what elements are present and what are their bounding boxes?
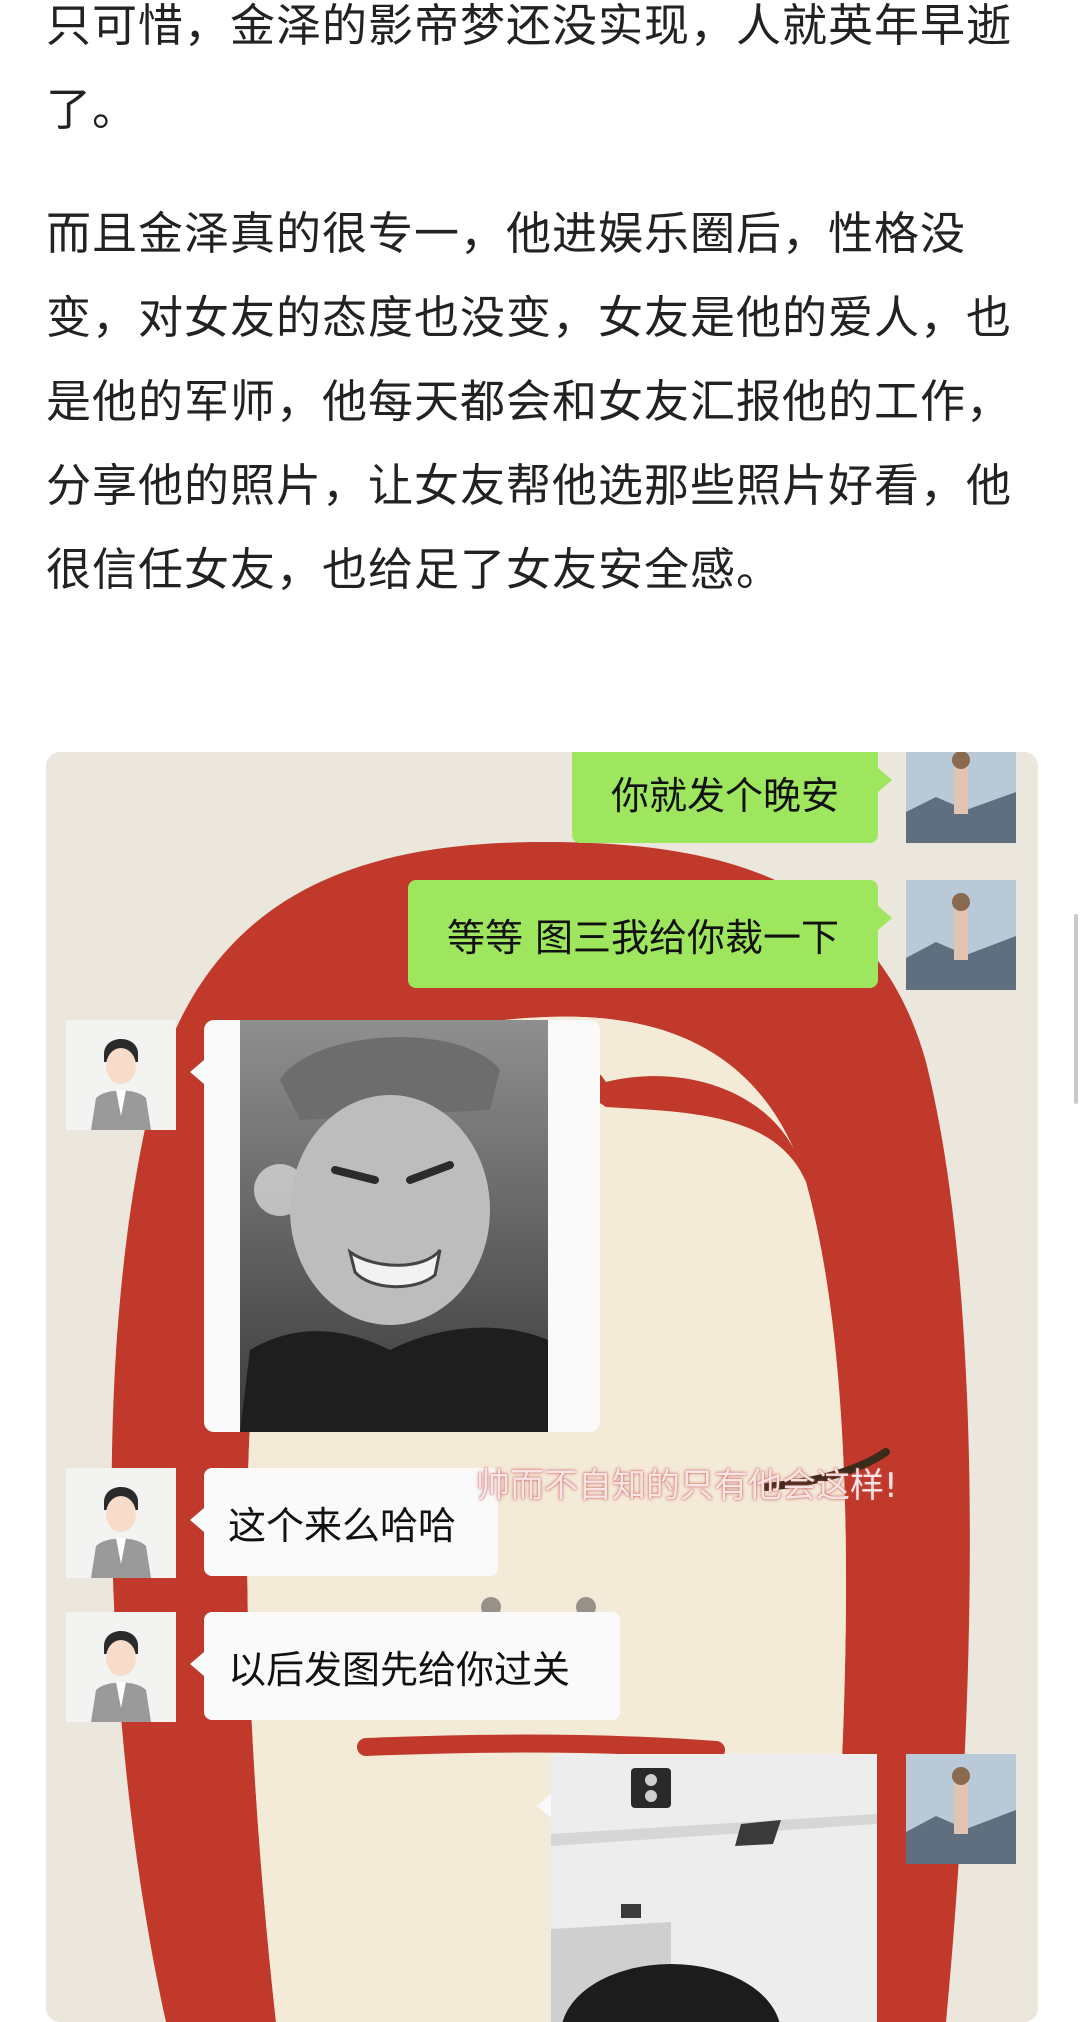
selfie-photo (240, 1020, 548, 1432)
scrollbar[interactable] (1074, 914, 1078, 1104)
male-avatar-icon[interactable] (66, 1468, 176, 1578)
male-avatar-icon[interactable] (66, 1020, 176, 1130)
female-avatar-icon[interactable] (906, 752, 1016, 843)
male-avatar-icon[interactable] (66, 1612, 176, 1722)
chat-photo-bubble[interactable] (537, 1754, 877, 2022)
chat-photo-bubble[interactable] (190, 1020, 600, 1432)
article-content: 只可惜，金泽的影帝梦还没实现，人就英年早逝了。 而且金泽真的很专一，他进娱乐圈后… (0, 0, 1080, 2022)
chat-screenshot-image[interactable]: 你就发个晚安 等等 图三我给你裁一下 这个来么哈哈 帅而不自知的只有他会这样! … (46, 752, 1038, 2022)
message-text: 这个来么哈哈 (228, 1503, 457, 1548)
chat-bubble-received[interactable]: 以后发图先给你过关 (190, 1612, 620, 1720)
chat-bubble-sent[interactable]: 你就发个晚安 (572, 752, 892, 843)
image-watermark: 帅而不自知的只有他会这样! (476, 1466, 898, 1506)
female-avatar-icon[interactable] (906, 880, 1016, 990)
message-text: 等等 图三我给你裁一下 (446, 915, 840, 960)
message-text: 以后发图先给你过关 (228, 1647, 571, 1692)
message-text: 你就发个晚安 (610, 774, 839, 818)
chat-bubble-sent[interactable]: 等等 图三我给你裁一下 (408, 880, 892, 988)
paragraph-2: 而且金泽真的很专一，他进娱乐圈后，性格没变，对女友的态度也没变，女友是他的爱人，… (46, 207, 1013, 596)
paragraph-1: 只可惜，金泽的影帝梦还没实现，人就英年早逝了。 (46, 0, 1013, 136)
room-photo (551, 1754, 877, 2022)
chat-bubble-received[interactable]: 这个来么哈哈 (190, 1468, 498, 1576)
female-avatar-icon[interactable] (906, 1754, 1016, 1864)
